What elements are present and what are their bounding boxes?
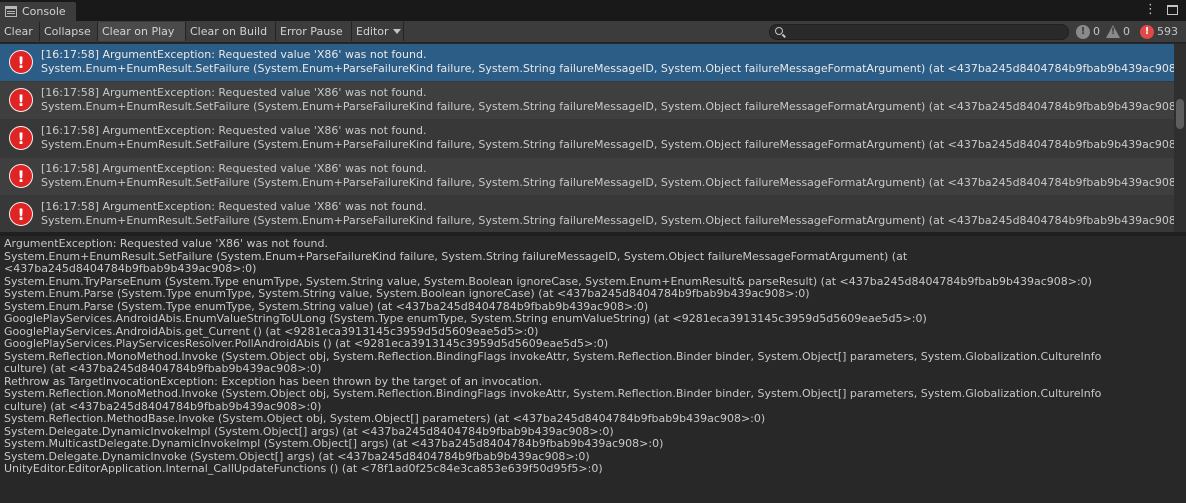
info-count: 0 xyxy=(1093,25,1100,38)
detail-line: GooglePlayServices.PlayServicesResolver.… xyxy=(4,337,609,350)
log-entry-stack: System.Enum+EnumResult.SetFailure (Syste… xyxy=(41,62,1174,75)
log-entry[interactable]: ! [16:17:58] ArgumentException: Requeste… xyxy=(0,120,1174,157)
error-icon: ! xyxy=(1140,24,1154,39)
log-entry-message: [16:17:58] ArgumentException: Requested … xyxy=(41,48,427,61)
search-icon xyxy=(775,27,783,35)
clear-button[interactable]: Clear xyxy=(0,22,40,41)
log-list: ! [16:17:58] ArgumentException: Requeste… xyxy=(0,44,1174,232)
editor-dropdown-label: Editor xyxy=(356,25,389,38)
detail-line: System.Enum.Parse (System.Type enumType,… xyxy=(4,287,810,300)
log-entry-stack: System.Enum+EnumResult.SetFailure (Syste… xyxy=(41,214,1174,227)
error-icon: ! xyxy=(9,164,33,188)
log-entry[interactable]: ! [16:17:58] ArgumentException: Requeste… xyxy=(0,44,1174,81)
tab-console[interactable]: Console xyxy=(0,2,76,21)
error-icon: ! xyxy=(9,202,33,226)
clear-on-play-toggle[interactable]: Clear on Play xyxy=(98,22,186,41)
editor-dropdown[interactable]: Editor xyxy=(352,22,404,41)
warning-icon: ! xyxy=(1106,25,1120,38)
log-entry-message: [16:17:58] ArgumentException: Requested … xyxy=(41,86,427,99)
detail-line: ArgumentException: Requested value 'X86'… xyxy=(4,237,328,250)
tab-title: Console xyxy=(22,5,66,18)
log-entry-stack: System.Enum+EnumResult.SetFailure (Syste… xyxy=(41,176,1174,189)
detail-line: System.MulticastDelegate.DynamicInvokeIm… xyxy=(4,437,664,450)
detail-line: GooglePlayServices.AndroidAbis.EnumValue… xyxy=(4,312,927,325)
log-list-scrollbar[interactable] xyxy=(1174,44,1186,232)
kebab-menu-icon[interactable]: ⋮ xyxy=(1144,3,1157,17)
detail-line: <437ba245d8404784b9fbab9b439ac908>:0) xyxy=(4,262,257,275)
error-icon: ! xyxy=(9,88,33,112)
info-count-toggle[interactable]: ! 0 xyxy=(1073,22,1103,41)
detail-line: UnityEditor.EditorApplication.Internal_C… xyxy=(4,462,603,475)
scrollbar-thumb[interactable] xyxy=(1176,99,1184,129)
search-input[interactable] xyxy=(788,25,1064,39)
clear-on-build-toggle[interactable]: Clear on Build xyxy=(186,22,276,41)
console-toolbar: Clear Collapse Clear on Play Clear on Bu… xyxy=(0,21,1186,43)
warning-count-toggle[interactable]: ! 0 xyxy=(1103,22,1133,41)
info-icon: ! xyxy=(1076,24,1090,39)
search-field[interactable] xyxy=(769,24,1069,40)
error-icon: ! xyxy=(9,126,33,150)
detail-line: System.Reflection.MonoMethod.Invoke (Sys… xyxy=(4,387,1102,400)
console-icon xyxy=(5,6,17,17)
window-tab-bar: Console ⋮ xyxy=(0,0,1186,21)
error-icon: ! xyxy=(9,50,33,74)
log-entry-stack: System.Enum+EnumResult.SetFailure (Syste… xyxy=(41,100,1174,113)
collapse-button[interactable]: Collapse xyxy=(40,22,98,41)
log-entry[interactable]: ! [16:17:58] ArgumentException: Requeste… xyxy=(0,158,1174,195)
log-entry-stack: System.Enum+EnumResult.SetFailure (Syste… xyxy=(41,138,1174,151)
log-entry-message: [16:17:58] ArgumentException: Requested … xyxy=(41,200,427,213)
log-entry[interactable]: ! [16:17:58] ArgumentException: Requeste… xyxy=(0,196,1174,232)
error-count-toggle[interactable]: ! 593 xyxy=(1137,22,1181,41)
warning-count: 0 xyxy=(1123,25,1130,38)
log-entry[interactable]: ! [16:17:58] ArgumentException: Requeste… xyxy=(0,82,1174,119)
stack-trace-detail: ArgumentException: Requested value 'X86'… xyxy=(0,236,1186,503)
log-entry-message: [16:17:58] ArgumentException: Requested … xyxy=(41,162,427,175)
log-entry-message: [16:17:58] ArgumentException: Requested … xyxy=(41,124,427,137)
maximize-icon[interactable] xyxy=(1167,5,1178,15)
chevron-down-icon xyxy=(392,29,401,34)
detail-line: culture) (at <437ba245d8404784b9fbab9b43… xyxy=(4,362,322,375)
detail-line: System.Reflection.MethodBase.Invoke (Sys… xyxy=(4,412,766,425)
error-pause-toggle[interactable]: Error Pause xyxy=(276,22,352,41)
error-count: 593 xyxy=(1157,25,1178,38)
